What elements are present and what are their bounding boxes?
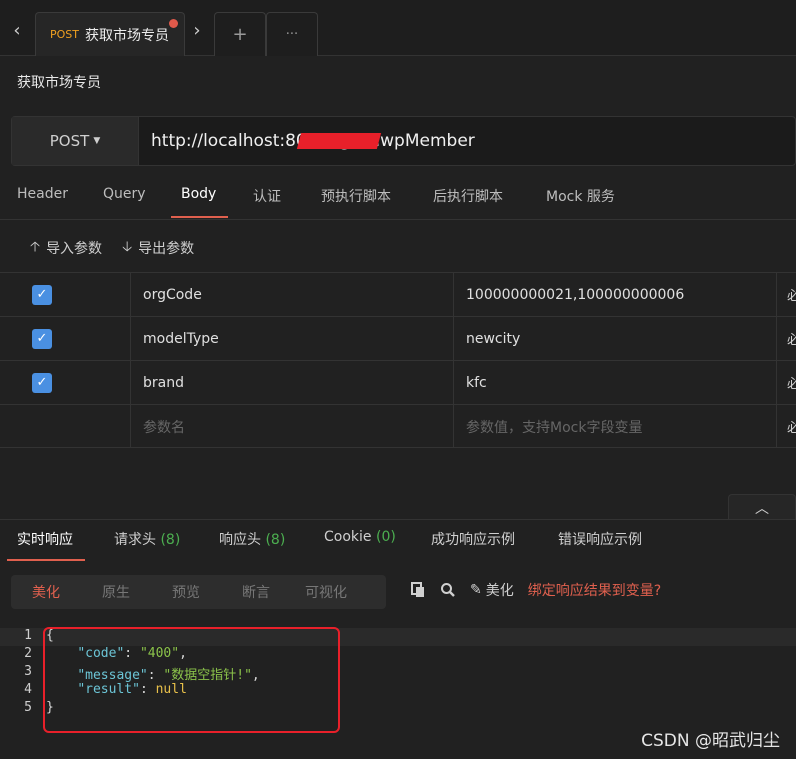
more-tabs-button[interactable]: ··· bbox=[266, 12, 318, 56]
page-title: 获取市场专员 bbox=[17, 75, 101, 91]
url-bar: POST ▼ http://localhost:8081/ getNwpMemb… bbox=[11, 116, 796, 166]
tab-request-headers[interactable]: 请求头 (8) bbox=[114, 529, 180, 549]
param-required-cell[interactable]: 必 bbox=[777, 405, 796, 448]
back-icon[interactable]: ‹ bbox=[2, 10, 32, 50]
tab-post-script[interactable]: 后执行脚本 bbox=[433, 186, 503, 206]
tab-label: 响应头 bbox=[219, 532, 261, 548]
method-select[interactable]: POST ▼ bbox=[12, 117, 139, 165]
response-actions: ✎ 美化 绑定响应结果到变量? bbox=[410, 580, 661, 600]
search-icon[interactable] bbox=[440, 582, 456, 598]
redaction-mark bbox=[296, 133, 382, 149]
param-value-field[interactable]: newcity bbox=[454, 317, 777, 360]
table-row: ✓ orgCode 100000000021,100000000006 必 bbox=[0, 272, 796, 316]
new-param-name-field[interactable]: 参数名 bbox=[131, 405, 454, 448]
annotation-box bbox=[43, 627, 340, 733]
line-number: 3 bbox=[24, 664, 32, 679]
param-actions: 🡡 导入参数 🡣 导出参数 bbox=[30, 236, 194, 260]
param-required-cell[interactable]: 必 bbox=[777, 361, 796, 404]
row-checkbox[interactable]: ✓ bbox=[32, 284, 52, 305]
arrow-down-icon: 🡣 bbox=[122, 239, 133, 255]
param-name-field[interactable]: brand bbox=[131, 361, 454, 404]
row-checkbox[interactable]: ✓ bbox=[32, 372, 52, 393]
line-number: 4 bbox=[24, 682, 32, 697]
export-label: 导出参数 bbox=[138, 241, 195, 257]
app-root: ‹ POST 获取市场专员 › + ··· 获取市场专员 POST ▼ http… bbox=[0, 0, 796, 759]
response-view-toolbar: 美化 原生 预览 断言 可视化 bbox=[11, 575, 386, 609]
request-subtabs: Header Query Body 认证 预执行脚本 后执行脚本 Mock 服务 bbox=[0, 172, 796, 220]
param-value-field[interactable]: kfc bbox=[454, 361, 777, 404]
row-check-cell bbox=[0, 405, 131, 448]
param-name-field[interactable]: modelType bbox=[131, 317, 454, 360]
tab-response-headers[interactable]: 响应头 (8) bbox=[219, 529, 285, 549]
tab-auth[interactable]: 认证 bbox=[253, 186, 281, 206]
tab-label: 错误响应示例 bbox=[558, 532, 642, 548]
row-check-cell: ✓ bbox=[0, 361, 131, 404]
row-check-cell: ✓ bbox=[0, 317, 131, 360]
tab-method-label: POST bbox=[50, 28, 79, 41]
tab-count: (8) bbox=[160, 532, 181, 548]
param-name-field[interactable]: orgCode bbox=[131, 273, 454, 316]
url-input[interactable]: http://localhost:8081/ getNwpMember bbox=[139, 131, 795, 151]
chevron-up-icon: ︿ bbox=[755, 500, 769, 517]
tab-request[interactable]: POST 获取市场专员 bbox=[35, 12, 185, 56]
unsaved-dot-icon bbox=[169, 19, 178, 28]
view-raw-button[interactable]: 原生 bbox=[81, 582, 151, 602]
watermark: CSDN @昭武归尘 bbox=[641, 731, 780, 751]
copy-icon[interactable] bbox=[410, 582, 426, 598]
caret-down-icon: ▼ bbox=[93, 136, 101, 146]
tab-label: 实时响应 bbox=[17, 532, 73, 548]
view-visualize-button[interactable]: 可视化 bbox=[291, 582, 361, 602]
table-row-new: 参数名 参数值，支持Mock字段变量 必 bbox=[0, 404, 796, 448]
tab-mock-service[interactable]: Mock 服务 bbox=[546, 186, 615, 206]
tab-count: (0) bbox=[375, 529, 396, 545]
param-required-cell[interactable]: 必 bbox=[777, 273, 796, 316]
bind-response-link[interactable]: 绑定响应结果到变量? bbox=[528, 580, 661, 600]
tab-pre-script[interactable]: 预执行脚本 bbox=[321, 186, 391, 206]
forward-icon[interactable]: › bbox=[182, 10, 212, 50]
tab-live-response[interactable]: 实时响应 bbox=[17, 529, 73, 549]
export-params-button[interactable]: 🡣 导出参数 bbox=[122, 236, 194, 260]
row-check-cell: ✓ bbox=[0, 273, 131, 316]
add-tab-button[interactable]: + bbox=[214, 12, 266, 56]
view-beautify-button[interactable]: 美化 bbox=[11, 582, 81, 602]
view-preview-button[interactable]: 预览 bbox=[151, 582, 221, 602]
arrow-up-icon: 🡡 bbox=[30, 239, 41, 255]
tab-label: 请求头 bbox=[114, 532, 156, 548]
row-checkbox[interactable]: ✓ bbox=[32, 328, 52, 349]
import-params-button[interactable]: 🡡 导入参数 bbox=[30, 236, 102, 260]
active-response-tab-indicator bbox=[7, 559, 85, 561]
param-value-field[interactable]: 100000000021,100000000006 bbox=[454, 273, 777, 316]
tab-query[interactable]: Query bbox=[103, 186, 146, 202]
param-required-cell[interactable]: 必 bbox=[777, 317, 796, 360]
line-number: 5 bbox=[24, 700, 32, 715]
active-tab-indicator bbox=[171, 216, 228, 218]
table-row: ✓ brand kfc 必 bbox=[0, 360, 796, 404]
table-row: ✓ modelType newcity 必 bbox=[0, 316, 796, 360]
beautify-button[interactable]: ✎ 美化 bbox=[470, 580, 514, 600]
tab-error-example[interactable]: 错误响应示例 bbox=[558, 529, 642, 549]
view-assert-button[interactable]: 断言 bbox=[221, 582, 291, 602]
method-label: POST bbox=[49, 132, 90, 150]
tab-label: 成功响应示例 bbox=[431, 532, 515, 548]
beautify-label: 美化 bbox=[485, 583, 514, 599]
collapse-panel-button[interactable]: ︿ bbox=[728, 494, 796, 520]
tab-cookie[interactable]: Cookie (0) bbox=[324, 529, 396, 545]
tab-label: Cookie bbox=[324, 529, 372, 545]
new-param-value-field[interactable]: 参数值，支持Mock字段变量 bbox=[454, 405, 777, 448]
magic-wand-icon: ✎ bbox=[470, 582, 482, 598]
tab-bar: ‹ POST 获取市场专员 › + ··· bbox=[0, 0, 796, 56]
response-tabs: 实时响应 请求头 (8) 响应头 (8) Cookie (0) 成功响应示例 错… bbox=[0, 519, 796, 561]
line-number: 1 bbox=[24, 628, 32, 643]
tab-title: 获取市场专员 bbox=[85, 27, 169, 44]
tab-success-example[interactable]: 成功响应示例 bbox=[431, 529, 515, 549]
tab-header[interactable]: Header bbox=[17, 186, 68, 202]
tab-count: (8) bbox=[265, 532, 286, 548]
params-table: ✓ orgCode 100000000021,100000000006 必 ✓ … bbox=[0, 272, 796, 448]
line-number: 2 bbox=[24, 646, 32, 661]
tab-body[interactable]: Body bbox=[181, 186, 216, 202]
import-label: 导入参数 bbox=[46, 241, 103, 257]
